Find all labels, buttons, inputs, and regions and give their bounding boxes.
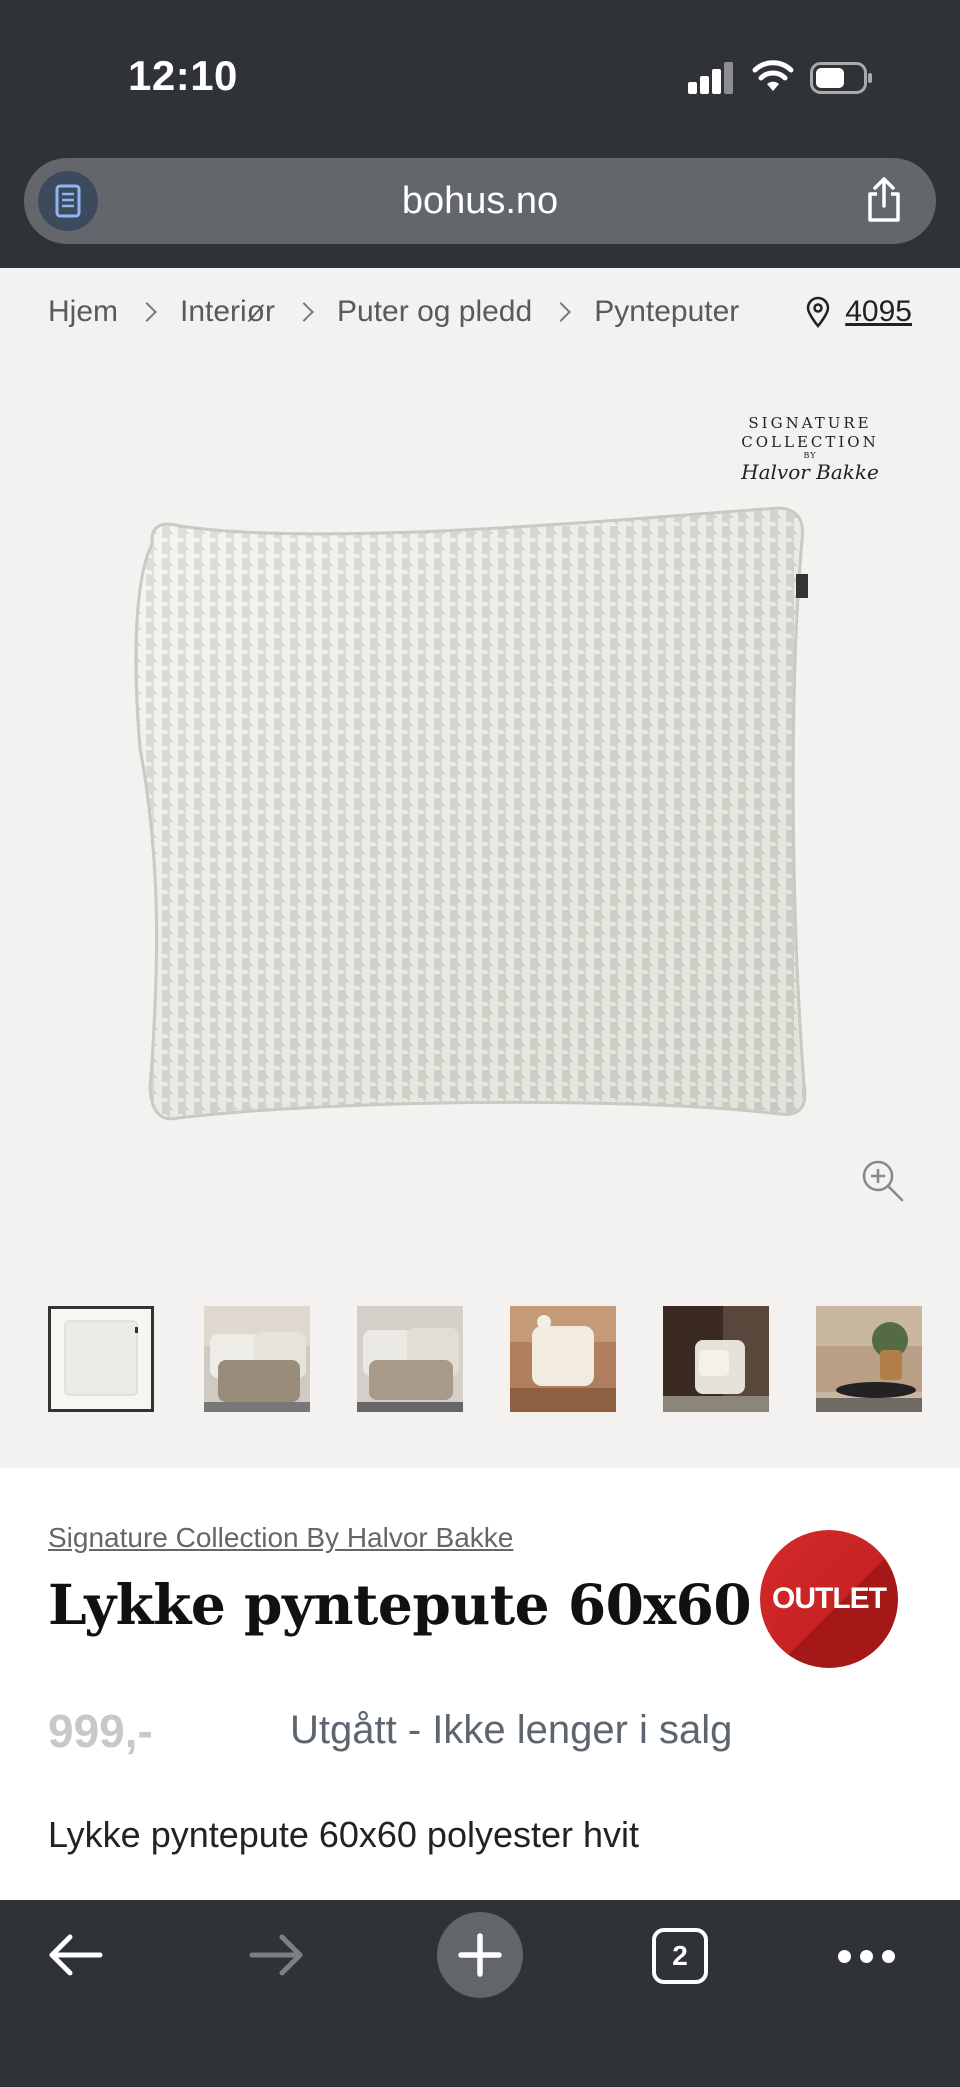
battery-icon	[810, 62, 872, 94]
thumbnail-4[interactable]	[510, 1306, 616, 1412]
cellular-signal-icon	[688, 62, 734, 94]
status-time: 12:10	[128, 52, 238, 99]
chevron-right-icon	[294, 302, 314, 322]
thumbnail-6[interactable]	[816, 1306, 922, 1412]
thumbnail-5[interactable]	[663, 1306, 769, 1412]
breadcrumb-pillows-throws[interactable]: Puter og pledd	[337, 295, 532, 329]
share-icon[interactable]	[862, 176, 906, 224]
brand-link[interactable]: Signature Collection By Halvor Bakke	[48, 1522, 513, 1554]
outlet-badge: OUTLET	[760, 1530, 898, 1668]
url-text[interactable]: bohus.no	[24, 180, 936, 223]
store-selector[interactable]: 4095	[805, 292, 912, 332]
web-page: Hjem Interiør Puter og pledd Pynteputer …	[0, 268, 960, 1900]
product-gallery: Hjem Interiør Puter og pledd Pynteputer …	[0, 268, 960, 1468]
status-bar: 12:10	[0, 0, 960, 150]
breadcrumb-interior[interactable]: Interiør	[180, 295, 275, 329]
new-tab-button[interactable]	[437, 1912, 523, 1998]
plus-icon	[458, 1933, 502, 1977]
product-label-tag	[796, 574, 808, 598]
product-title: Lykke pyntepute 60x60	[48, 1572, 752, 1637]
zoom-in-icon[interactable]	[858, 1156, 908, 1206]
product-price: 999,-	[48, 1705, 153, 1757]
signature-collection-logo: SIGNATURE COLLECTION BY Halvor Bakke	[741, 414, 879, 484]
availability-status: Utgått - Ikke lenger i salg	[290, 1708, 733, 1752]
back-arrow-icon[interactable]	[46, 1932, 104, 1978]
thumbnail-3[interactable]	[357, 1306, 463, 1412]
thumbnail-2[interactable]	[204, 1306, 310, 1412]
address-bar[interactable]: bohus.no	[24, 158, 936, 244]
chevron-right-icon	[551, 302, 572, 322]
product-description: Lykke pyntepute 60x60 polyester hvit	[48, 1814, 640, 1855]
browser-toolbar: 2	[0, 1900, 960, 2087]
wifi-icon	[752, 60, 794, 91]
tabs-icon[interactable]: 2	[652, 1928, 708, 1984]
forward-arrow-icon[interactable]	[248, 1932, 306, 1978]
thumbnail-strip	[48, 1306, 960, 1422]
breadcrumb-cushions[interactable]: Pynteputer	[594, 295, 739, 329]
more-icon[interactable]	[838, 1950, 896, 1964]
main-product-image[interactable]	[130, 478, 830, 1178]
breadcrumb: Hjem Interiør Puter og pledd Pynteputer	[48, 292, 739, 332]
chevron-right-icon	[137, 302, 157, 322]
breadcrumb-home[interactable]: Hjem	[48, 295, 118, 329]
store-number[interactable]: 4095	[845, 295, 912, 329]
thumbnail-1[interactable]	[48, 1306, 154, 1412]
location-pin-icon	[806, 296, 830, 328]
